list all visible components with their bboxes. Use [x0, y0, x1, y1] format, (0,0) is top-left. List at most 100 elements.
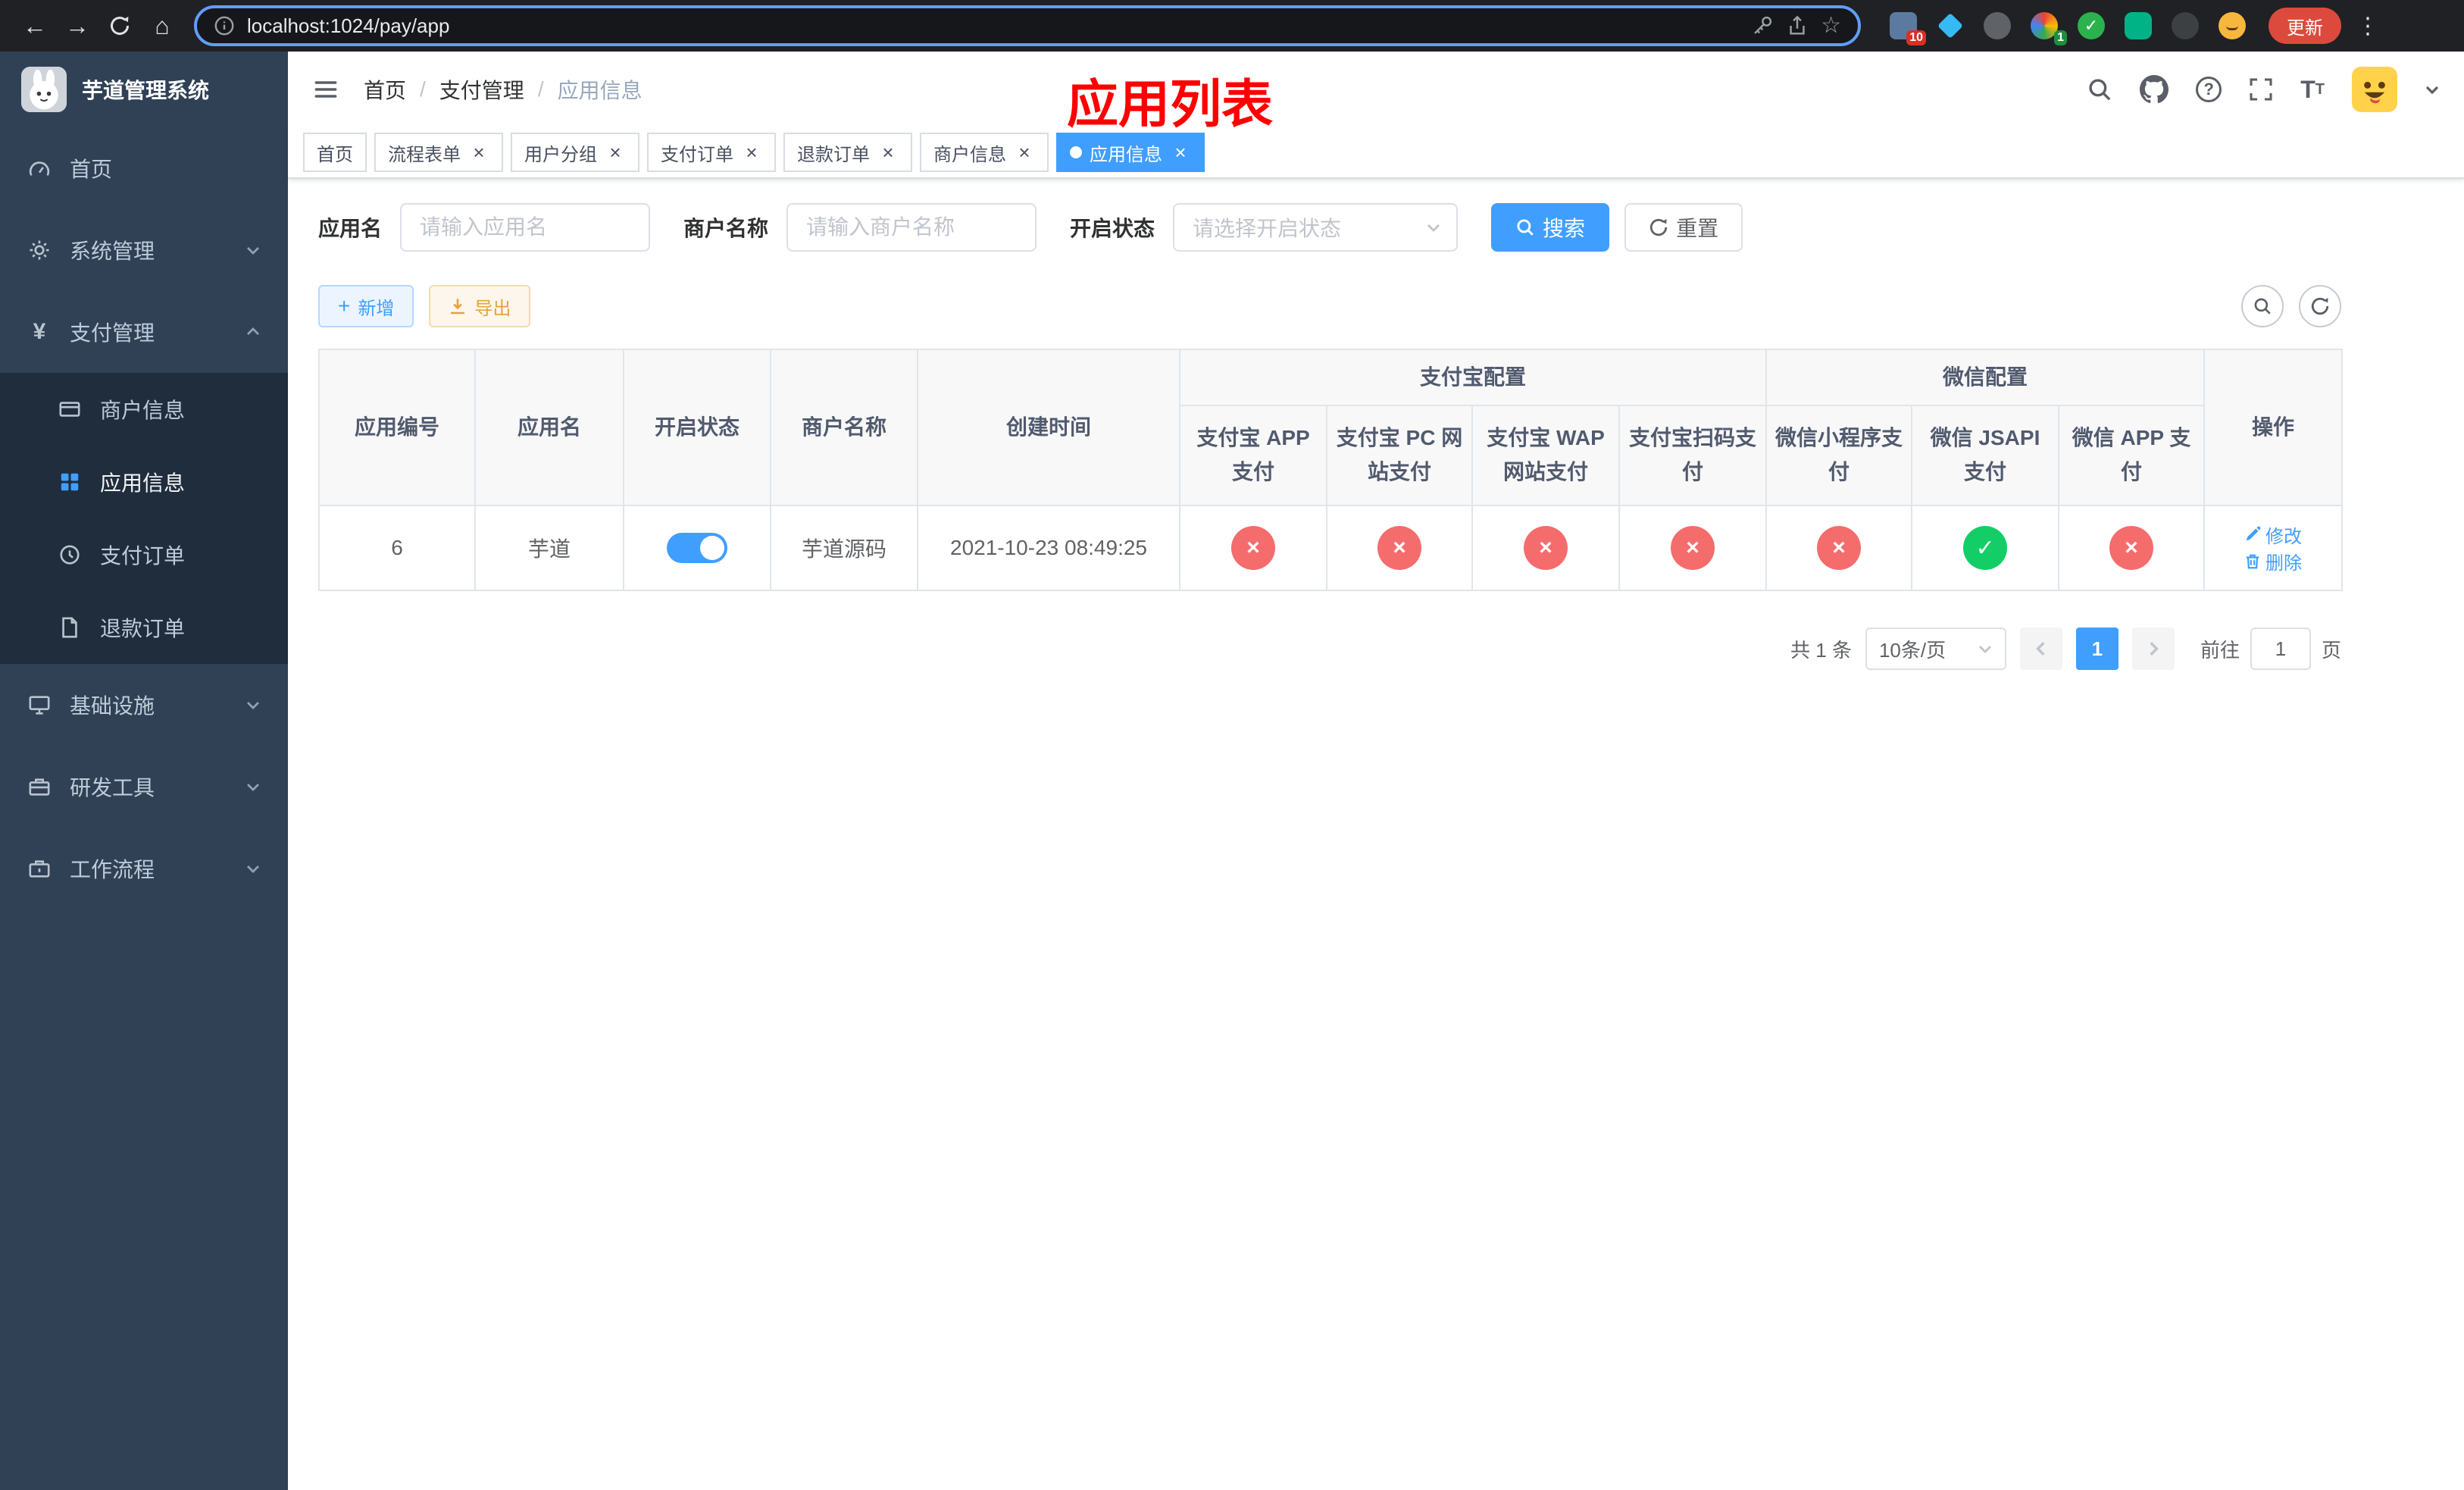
browser-update-button[interactable]: 更新 [2269, 8, 2341, 44]
sidebar-item-payment[interactable]: ¥ 支付管理 [0, 291, 288, 373]
tab-label: 商户信息 [933, 144, 1006, 165]
page-title: 应用列表 [1066, 76, 1274, 133]
sidebar-item-refund-order[interactable]: 退款订单 [0, 591, 288, 664]
tab-refund-order[interactable]: 退款订单 × [783, 133, 912, 172]
extension-icon-6[interactable] [2123, 11, 2153, 41]
browser-reload-button[interactable] [100, 6, 139, 45]
breadcrumb: 首页 / 支付管理 / 应用信息 [364, 74, 643, 105]
sidebar-item-dev-tools[interactable]: 研发工具 [0, 746, 288, 828]
tab-process-form[interactable]: 流程表单 × [374, 133, 503, 172]
caret-down-icon[interactable] [2425, 82, 2440, 97]
extension-icon-4[interactable]: 1 [2029, 11, 2067, 45]
sidebar-item-system[interactable]: 系统管理 [0, 209, 288, 291]
breadcrumb-home[interactable]: 首页 [364, 74, 406, 105]
sidebar-item-app-info[interactable]: 应用信息 [0, 446, 288, 518]
status-toggle[interactable] [667, 533, 727, 563]
bookmark-star-icon[interactable]: ☆ [1821, 14, 1841, 37]
search-icon[interactable] [2087, 77, 2112, 102]
sidebar: 芋道管理系统 首页 系统管理 ¥ 支付管理 商户信息 应用信息 支付订单 退款订… [0, 52, 288, 1490]
breadcrumb-payment[interactable]: 支付管理 [439, 74, 524, 105]
close-icon[interactable]: × [1014, 142, 1035, 162]
tab-label: 流程表单 [388, 144, 461, 165]
url-text[interactable]: localhost:1024/pay/app [247, 14, 1739, 38]
sidebar-item-merchant-info[interactable]: 商户信息 [0, 373, 288, 446]
col-wechat-jsapi: 微信 JSAPI 支付 [1911, 405, 2060, 506]
toggle-search-button[interactable] [2241, 285, 2284, 327]
hamburger-icon[interactable] [312, 76, 339, 103]
reset-button[interactable]: 重置 [1624, 203, 1743, 252]
address-bar[interactable]: localhost:1024/pay/app ☆ [194, 5, 1861, 46]
extension-icon-3[interactable] [1982, 11, 2012, 41]
navbar-actions: ? TT [2087, 67, 2440, 112]
github-icon[interactable] [2140, 75, 2169, 104]
avatar[interactable] [2352, 67, 2397, 112]
breadcrumb-separator: / [537, 77, 544, 101]
sidebar-item-workflow[interactable]: 工作流程 [0, 828, 288, 909]
close-icon[interactable]: × [1170, 142, 1191, 162]
delete-link[interactable]: 删除 [2244, 548, 2302, 574]
close-icon[interactable]: × [877, 142, 899, 162]
sidebar-logo[interactable]: 芋道管理系统 [0, 52, 288, 127]
wechat-mini-status-icon: × [1817, 526, 1862, 570]
sidebar-item-infrastructure[interactable]: 基础设施 [0, 664, 288, 746]
status-select[interactable]: 请选择开启状态 [1173, 203, 1459, 252]
tab-label: 应用信息 [1090, 144, 1162, 165]
page-number-current[interactable]: 1 [2075, 628, 2118, 670]
extension-icon-5[interactable]: ✓ [2076, 11, 2106, 41]
next-page-button[interactable] [2131, 628, 2175, 670]
reload-icon [111, 16, 130, 36]
sidebar-item-label: 应用信息 [100, 471, 186, 495]
export-button[interactable]: 导出 [429, 285, 531, 327]
status-select-placeholder: 请选择开启状态 [1193, 217, 1342, 240]
refund-icon [58, 615, 82, 640]
sidebar-item-pay-order[interactable]: 支付订单 [0, 518, 288, 591]
extensions-tray: 10 1 ✓ [1888, 11, 2247, 45]
page-size-select[interactable]: 10条/页 [1865, 628, 2006, 670]
close-icon[interactable]: × [468, 142, 489, 162]
add-button[interactable]: + 新增 [318, 285, 414, 327]
refresh-icon [2311, 297, 2329, 315]
prev-page-button[interactable] [2019, 628, 2062, 670]
key-icon[interactable] [1751, 14, 1774, 37]
site-info-icon[interactable] [214, 15, 235, 36]
rabbit-logo-icon [21, 67, 67, 112]
merchant-name-input[interactable] [786, 203, 1037, 252]
tab-app-info[interactable]: 应用信息 × [1056, 133, 1205, 172]
extension-icon-1[interactable]: 10 [1888, 11, 1926, 45]
share-icon[interactable] [1786, 14, 1809, 37]
browser-home-button[interactable]: ⌂ [142, 6, 182, 45]
group-wechat-config: 微信配置 [1765, 349, 2206, 406]
col-alipay-wap: 支付宝 WAP 网站支付 [1471, 405, 1620, 506]
table-toolbar: + 新增 导出 [318, 285, 2341, 327]
pagination: 共 1 条 10条/页 1 前往 1 页 [318, 628, 2341, 670]
sidebar-item-label: 基础设施 [70, 694, 155, 718]
tab-label: 首页 [317, 144, 353, 165]
tab-merchant-info[interactable]: 商户信息 × [920, 133, 1049, 172]
gear-icon [27, 238, 52, 262]
close-icon[interactable]: × [741, 142, 762, 162]
fullscreen-icon[interactable] [2249, 77, 2273, 102]
card-icon [58, 397, 82, 421]
question-icon[interactable]: ? [2196, 77, 2222, 102]
edit-link[interactable]: 修改 [2244, 521, 2302, 548]
browser-back-button[interactable]: ← [15, 6, 55, 45]
browser-forward-button[interactable]: → [58, 6, 97, 45]
extension-icon-7[interactable] [2170, 11, 2200, 41]
status-label: 开启状态 [1070, 217, 1155, 240]
tab-home[interactable]: 首页 [303, 133, 367, 172]
font-size-icon[interactable]: TT [2300, 77, 2325, 102]
col-alipay-app: 支付宝 APP 支付 [1179, 405, 1327, 506]
goto-page-input[interactable] [2250, 628, 2311, 670]
app-name-label: 应用名 [318, 217, 383, 240]
browser-menu-icon[interactable]: ⋮ [2356, 13, 2379, 39]
sidebar-item-home[interactable]: 首页 [0, 127, 288, 209]
app-name-input[interactable] [400, 203, 651, 252]
tab-pay-order[interactable]: 支付订单 × [647, 133, 776, 172]
search-button[interactable]: 搜索 [1491, 203, 1610, 252]
tab-user-group[interactable]: 用户分组 × [511, 133, 639, 172]
extension-icon-2[interactable] [1935, 11, 1965, 41]
sidebar-item-label: 工作流程 [70, 858, 155, 881]
refresh-table-button[interactable] [2299, 285, 2341, 327]
close-icon[interactable]: × [605, 142, 626, 162]
extension-icon-8[interactable] [2217, 11, 2247, 41]
